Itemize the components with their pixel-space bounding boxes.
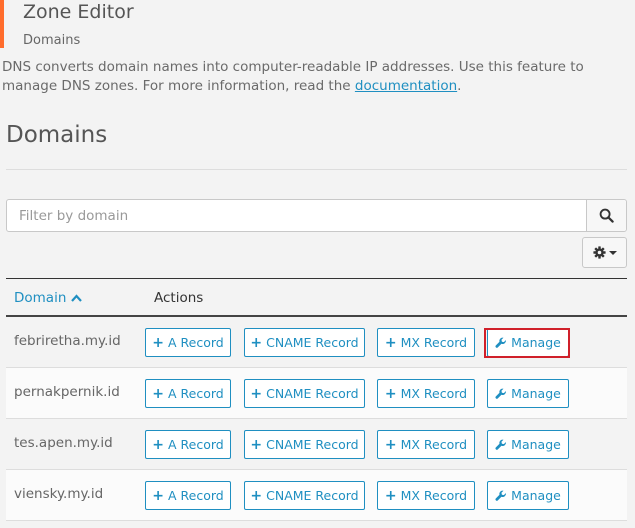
documentation-link[interactable]: documentation <box>355 78 457 94</box>
search-icon <box>599 208 614 223</box>
add-cname-record-button[interactable]: + CNAME Record <box>244 379 365 408</box>
button-label: Manage <box>511 335 561 350</box>
button-label: MX Record <box>400 488 468 503</box>
chevron-up-icon <box>71 294 83 302</box>
plus-icon: + <box>384 385 397 402</box>
plus-icon: + <box>384 334 397 351</box>
gear-icon <box>592 246 606 259</box>
add-cname-record-button[interactable]: + CNAME Record <box>244 430 365 459</box>
add-mx-record-button[interactable]: + MX Record <box>377 430 475 459</box>
search-input[interactable] <box>7 200 587 231</box>
page-title: Zone Editor <box>23 1 134 23</box>
table-row: tes.apen.my.id + A Record + CNAME Record +… <box>6 419 627 470</box>
manage-button[interactable]: Manage <box>487 481 569 510</box>
button-label: A Record <box>168 437 224 452</box>
add-a-record-button[interactable]: + A Record <box>145 328 231 357</box>
plus-icon: + <box>384 487 397 504</box>
sort-domain-header[interactable]: Domain <box>14 290 83 306</box>
plus-icon: + <box>250 385 263 402</box>
table-row: febriretha.my.id + A Record + CNAME Record… <box>6 317 627 368</box>
wrench-icon <box>495 490 507 501</box>
button-label: CNAME Record <box>266 335 359 350</box>
domain-name: viensky.my.id <box>14 486 104 502</box>
wrench-icon <box>495 337 507 348</box>
wrench-icon <box>495 439 507 450</box>
column-header-domain: Domain <box>14 290 67 306</box>
plus-icon: + <box>384 436 397 453</box>
plus-icon: + <box>250 334 263 351</box>
button-label: MX Record <box>400 335 468 350</box>
button-label: CNAME Record <box>266 488 359 503</box>
plus-icon: + <box>152 487 164 504</box>
divider <box>6 169 627 170</box>
button-label: MX Record <box>400 386 468 401</box>
button-label: CNAME Record <box>266 386 359 401</box>
add-cname-record-button[interactable]: + CNAME Record <box>244 328 365 357</box>
search-box <box>6 199 627 232</box>
button-label: A Record <box>168 386 224 401</box>
button-label: Manage <box>511 488 561 503</box>
description-text: DNS converts domain names into computer-… <box>2 59 584 94</box>
plus-icon: + <box>250 436 263 453</box>
section-title: Domains <box>6 122 108 148</box>
add-mx-record-button[interactable]: + MX Record <box>377 379 475 408</box>
domain-name: tes.apen.my.id <box>14 435 113 451</box>
page-description: DNS converts domain names into computer-… <box>2 58 632 96</box>
manage-button[interactable]: Manage <box>487 430 569 459</box>
settings-dropdown-button[interactable] <box>582 237 627 268</box>
plus-icon: + <box>152 334 164 351</box>
add-a-record-button[interactable]: + A Record <box>145 379 231 408</box>
page-header: Zone Editor Domains <box>0 0 400 48</box>
button-label: A Record <box>168 488 224 503</box>
table-row: viensky.my.id + A Record + CNAME Record + M… <box>6 470 627 521</box>
add-a-record-button[interactable]: + A Record <box>145 430 231 459</box>
breadcrumb: Domains <box>23 33 81 48</box>
wrench-icon <box>495 388 507 399</box>
button-label: Manage <box>511 386 561 401</box>
plus-icon: + <box>152 436 164 453</box>
manage-button[interactable]: Manage <box>487 379 569 408</box>
button-label: MX Record <box>400 437 468 452</box>
button-label: A Record <box>168 335 224 350</box>
plus-icon: + <box>152 385 164 402</box>
add-mx-record-button[interactable]: + MX Record <box>377 328 475 357</box>
manage-button[interactable]: Manage <box>487 328 569 357</box>
domain-name: pernakpernik.id <box>14 384 120 400</box>
table-header: Domain Actions <box>6 279 627 317</box>
domain-name: febriretha.my.id <box>14 333 121 349</box>
column-header-actions: Actions <box>154 290 204 306</box>
add-cname-record-button[interactable]: + CNAME Record <box>244 481 365 510</box>
add-a-record-button[interactable]: + A Record <box>145 481 231 510</box>
table-row: pernakpernik.id + A Record + CNAME Record … <box>6 368 627 419</box>
description-tail: . <box>457 78 462 94</box>
button-label: Manage <box>511 437 561 452</box>
button-label: CNAME Record <box>266 437 359 452</box>
plus-icon: + <box>250 487 263 504</box>
search-button[interactable] <box>586 200 626 231</box>
chevron-down-icon <box>608 250 617 255</box>
add-mx-record-button[interactable]: + MX Record <box>377 481 475 510</box>
